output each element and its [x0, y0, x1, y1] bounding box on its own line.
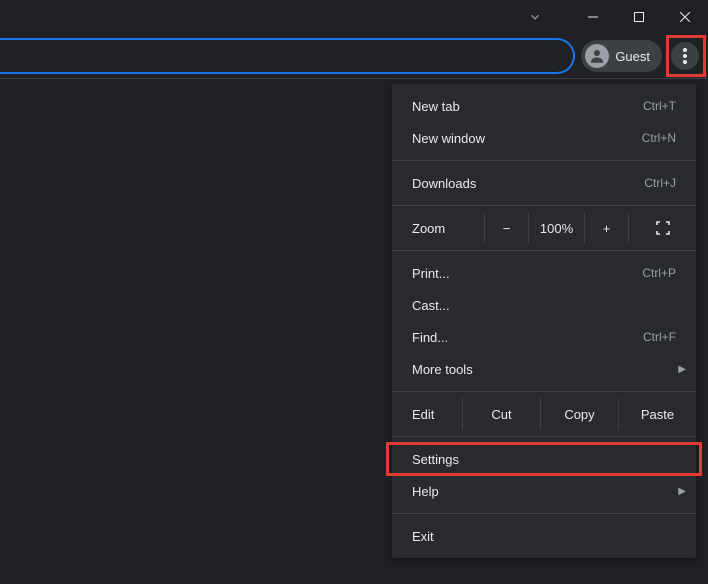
- guest-avatar-icon: [588, 47, 606, 65]
- profile-label: Guest: [615, 49, 650, 64]
- menu-label: Print...: [412, 266, 450, 281]
- menu-item-print[interactable]: Print... Ctrl+P: [392, 257, 696, 289]
- menu-separator: [392, 160, 696, 161]
- menu-item-help[interactable]: Help ▶: [392, 475, 696, 507]
- minimize-icon: [588, 12, 598, 22]
- toolbar-separator: [0, 78, 708, 79]
- menu-separator: [392, 513, 696, 514]
- minimize-button[interactable]: [570, 0, 616, 34]
- browser-toolbar: Guest: [0, 34, 708, 78]
- kebab-icon: [683, 48, 687, 64]
- submenu-arrow-icon: ▶: [678, 486, 686, 497]
- menu-separator: [392, 205, 696, 206]
- window-titlebar: [0, 0, 708, 34]
- menu-label: Cast...: [412, 298, 450, 313]
- close-icon: [680, 12, 690, 22]
- menu-separator: [392, 250, 696, 251]
- zoom-in-button[interactable]: +: [584, 212, 628, 244]
- menu-shortcut: Ctrl+T: [643, 99, 676, 113]
- menu-item-exit[interactable]: Exit: [392, 520, 696, 552]
- maximize-icon: [634, 12, 644, 22]
- menu-shortcut: Ctrl+F: [643, 330, 676, 344]
- menu-item-zoom: Zoom − 100% +: [392, 212, 696, 244]
- menu-item-new-tab[interactable]: New tab Ctrl+T: [392, 90, 696, 122]
- menu-item-cast[interactable]: Cast...: [392, 289, 696, 321]
- fullscreen-button[interactable]: [628, 212, 696, 244]
- menu-label: Find...: [412, 330, 448, 345]
- menu-item-settings[interactable]: Settings: [392, 443, 696, 475]
- zoom-label: Zoom: [392, 221, 484, 236]
- close-button[interactable]: [662, 0, 708, 34]
- cut-button[interactable]: Cut: [462, 398, 540, 430]
- customize-menu-button[interactable]: [671, 42, 699, 70]
- menu-label: New tab: [412, 99, 460, 114]
- maximize-button[interactable]: [616, 0, 662, 34]
- menu-separator: [392, 391, 696, 392]
- fullscreen-icon: [656, 221, 670, 235]
- profile-chip[interactable]: Guest: [581, 40, 662, 72]
- chevron-down-icon: [528, 10, 542, 24]
- tab-search-dropdown[interactable]: [512, 0, 558, 34]
- menu-item-more-tools[interactable]: More tools ▶: [392, 353, 696, 385]
- menu-item-find[interactable]: Find... Ctrl+F: [392, 321, 696, 353]
- menu-label: Exit: [412, 529, 434, 544]
- menu-shortcut: Ctrl+P: [642, 266, 676, 280]
- avatar: [585, 44, 609, 68]
- zoom-level: 100%: [528, 212, 584, 244]
- menu-label: Help: [412, 484, 439, 499]
- menu-item-downloads[interactable]: Downloads Ctrl+J: [392, 167, 696, 199]
- copy-button[interactable]: Copy: [540, 398, 618, 430]
- menu-item-edit: Edit Cut Copy Paste: [392, 398, 696, 430]
- menu-shortcut: Ctrl+N: [642, 131, 676, 145]
- menu-label: New window: [412, 131, 485, 146]
- address-bar[interactable]: [0, 38, 575, 74]
- menu-shortcut: Ctrl+J: [644, 176, 676, 190]
- menu-item-new-window[interactable]: New window Ctrl+N: [392, 122, 696, 154]
- menu-label: Downloads: [412, 176, 476, 191]
- chrome-main-menu: New tab Ctrl+T New window Ctrl+N Downloa…: [392, 84, 696, 558]
- menu-separator: [392, 436, 696, 437]
- zoom-out-button[interactable]: −: [484, 212, 528, 244]
- paste-button[interactable]: Paste: [618, 398, 696, 430]
- menu-label: More tools: [412, 362, 473, 377]
- edit-label: Edit: [392, 407, 462, 422]
- menu-label: Settings: [412, 452, 459, 467]
- submenu-arrow-icon: ▶: [678, 364, 686, 375]
